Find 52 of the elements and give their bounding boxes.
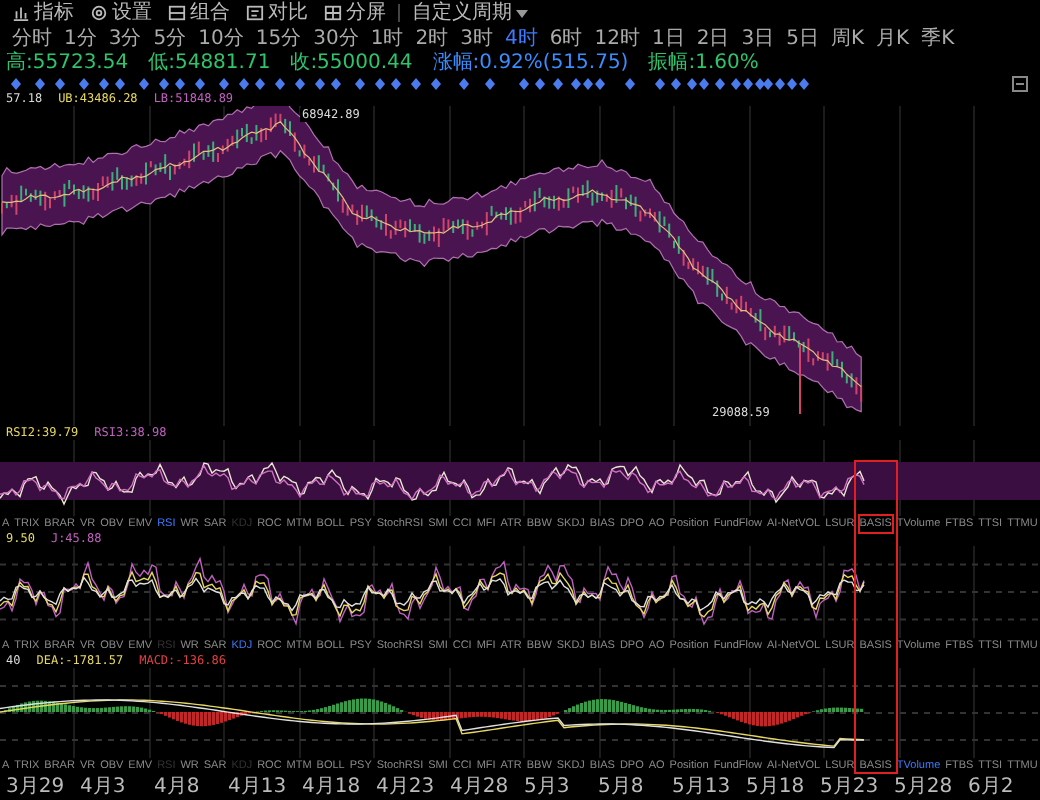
period-tab[interactable]: 5分 <box>149 27 191 51</box>
period-tab[interactable]: 周K <box>826 27 868 51</box>
date-label: 4月3 <box>78 774 128 800</box>
period-tab[interactable]: 3分 <box>104 27 146 51</box>
toolbar-button[interactable]: 分屏 <box>320 1 390 25</box>
toolbar-button[interactable]: 设置 <box>86 1 156 25</box>
stack-icon <box>168 4 186 22</box>
period-tab[interactable]: 30分 <box>309 27 363 51</box>
date-label: 5月13 <box>670 774 733 800</box>
price-stat: 振幅:1.60% <box>648 52 759 76</box>
date-label: 5月28 <box>892 774 955 800</box>
date-label: 4月8 <box>152 774 202 800</box>
caret-icon <box>516 9 528 17</box>
date-label: 5月23 <box>818 774 881 800</box>
toolbar-button[interactable]: 组合 <box>164 1 234 25</box>
period-tab[interactable]: 3日 <box>737 27 779 51</box>
period-tab[interactable]: 4时 <box>500 27 542 51</box>
price-stat: 涨幅:0.92%(515.75) <box>432 52 629 76</box>
period-tab[interactable]: 6时 <box>545 27 587 51</box>
date-label: 4月13 <box>226 774 289 800</box>
toolbar-button[interactable]: 指标 <box>8 1 78 25</box>
period-tab[interactable]: 1时 <box>366 27 408 51</box>
settings-icon <box>90 4 108 22</box>
period-tab[interactable]: 10分 <box>194 27 248 51</box>
date-label: 6月2 <box>966 774 1016 800</box>
period-tab[interactable]: 季K <box>917 27 959 51</box>
date-label: 5月18 <box>744 774 807 800</box>
toolbar-button[interactable]: 对比 <box>242 1 312 25</box>
date-label: 3月29 <box>4 774 67 800</box>
period-tab[interactable]: 1日 <box>647 27 689 51</box>
period-tab[interactable]: 12时 <box>590 27 644 51</box>
price-stat: 低:54881.71 <box>148 52 271 76</box>
date-label: 4月28 <box>448 774 511 800</box>
split-screen-icon <box>324 4 342 22</box>
price-stat: 高:55723.54 <box>6 52 129 76</box>
date-label: 5月8 <box>596 774 646 800</box>
period-tab[interactable]: 15分 <box>251 27 306 51</box>
collapse-icon[interactable] <box>1012 76 1028 92</box>
bar-chart-icon <box>12 4 30 22</box>
period-tab[interactable]: 分时 <box>8 27 56 51</box>
date-label: 4月18 <box>300 774 363 800</box>
period-tab[interactable]: 月K <box>872 27 914 51</box>
compare-icon <box>246 4 264 22</box>
date-label: 5月3 <box>522 774 572 800</box>
custom-period-dropdown[interactable]: 自定义周期 <box>408 1 532 25</box>
date-label: 4月23 <box>374 774 437 800</box>
price-stat: 收:55000.44 <box>290 52 413 76</box>
period-tab[interactable]: 2日 <box>692 27 734 51</box>
period-tab[interactable]: 3时 <box>456 27 497 51</box>
period-tab[interactable]: 1分 <box>60 27 101 51</box>
period-tab[interactable]: 2时 <box>411 27 453 51</box>
period-tab[interactable]: 5日 <box>782 27 823 51</box>
